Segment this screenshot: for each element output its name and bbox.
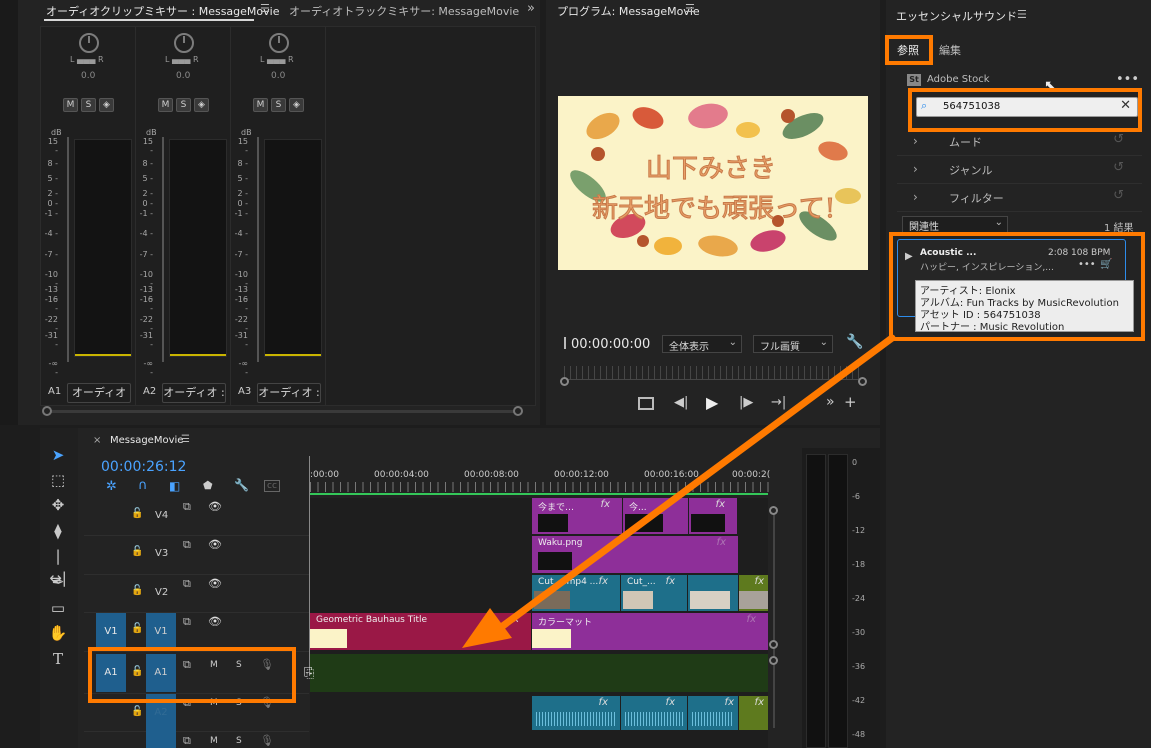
annotation-arrow <box>462 334 896 648</box>
